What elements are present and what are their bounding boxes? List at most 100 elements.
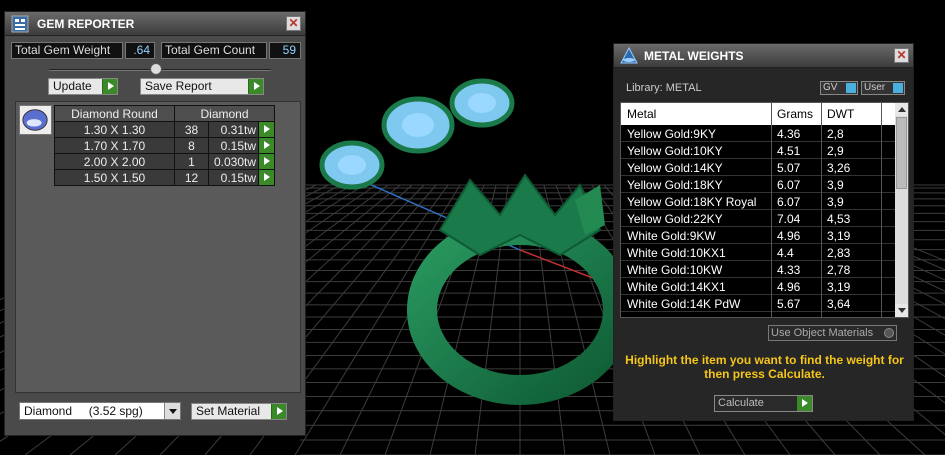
list-item[interactable]: White Gold:10KX1 4.4 2,83 <box>621 244 896 261</box>
metal-metal: Yellow Gold:18KY Royal <box>627 195 757 209</box>
metal-weights-titlebar[interactable]: METAL WEIGHTS ✕ <box>614 44 913 68</box>
gem-qty: 1 <box>174 153 209 170</box>
table-row[interactable]: 1.30 X 1.30 38 0.31tw <box>54 121 275 138</box>
scroll-down-icon[interactable] <box>895 304 908 317</box>
radio-icon[interactable] <box>884 328 894 338</box>
gv-toggle[interactable]: GV <box>820 81 858 95</box>
library-label: Library: METAL <box>626 82 702 94</box>
metal-metal: White Gold:10KX1 <box>627 246 726 260</box>
gem-weight: 0.15tw <box>208 169 259 186</box>
gem-table-header: Diamond Round Diamond <box>54 105 275 122</box>
size-slider-handle[interactable] <box>150 63 162 75</box>
header-grams: Grams <box>777 107 813 121</box>
metal-metal: Yellow Gold:18KY <box>627 178 723 192</box>
scroll-up-icon[interactable] <box>895 103 908 116</box>
close-icon[interactable]: ✕ <box>286 16 301 31</box>
select-row-icon[interactable] <box>258 169 275 186</box>
list-item[interactable]: Yellow Gold:10KY 4.51 2,9 <box>621 142 896 159</box>
calculate-button-label: Calculate <box>718 397 764 409</box>
total-gem-count-value: 59 <box>269 42 301 59</box>
gem-weight: 0.030tw <box>208 153 259 170</box>
save-report-button[interactable]: Save Report <box>140 78 264 95</box>
list-item[interactable]: White Gold:14KX1 4.96 3,19 <box>621 278 896 295</box>
user-toggle[interactable]: User <box>861 81 905 95</box>
play-arrow-icon <box>797 396 812 411</box>
metal-dwt: 2,9 <box>827 144 844 158</box>
metal-dwt: 4,53 <box>827 212 851 226</box>
metal-grams: 7.04 <box>777 212 801 226</box>
total-gem-weight-value: .64 <box>125 42 155 59</box>
metal-metal: Yellow Gold:9KY <box>627 127 716 141</box>
metal-metal: Yellow Gold:22KY <box>627 212 723 226</box>
select-row-icon[interactable] <box>258 153 275 170</box>
calculate-hint: Highlight the item you want to find the … <box>625 353 904 381</box>
table-row[interactable]: 1.50 X 1.50 12 0.15tw <box>54 169 275 186</box>
list-item[interactable]: Yellow Gold:9KY 4.36 2,8 <box>621 125 896 142</box>
gem-reporter-panel: GEM REPORTER ✕ Total Gem Weight .64 Tota… <box>4 11 306 436</box>
table-row[interactable]: 2.00 X 2.00 1 0.030tw <box>54 153 275 170</box>
list-item[interactable]: Yellow Gold:22KY 7.04 4,53 <box>621 210 896 227</box>
update-button[interactable]: Update <box>48 78 118 95</box>
list-item[interactable]: Yellow Gold:18KY 6.07 3,9 <box>621 176 896 193</box>
metal-list-header: Metal Grams DWT <box>621 103 896 125</box>
gem-size: 1.50 X 1.50 <box>54 169 175 186</box>
metal-metal: White Gold:14K PdW <box>627 297 741 311</box>
metal-grams: 6.07 <box>777 178 801 192</box>
metal-list-scrollbar[interactable] <box>895 103 908 317</box>
round-diamond-icon[interactable] <box>19 105 52 135</box>
play-arrow-icon <box>248 79 263 94</box>
column-divider <box>771 103 772 317</box>
gem-weight: 0.15tw <box>208 137 259 154</box>
metal-weights-title: METAL WEIGHTS <box>644 49 744 63</box>
metal-grams: 4.96 <box>777 280 801 294</box>
list-item[interactable]: White Gold:14K PdW 5.67 3,64 <box>621 295 896 312</box>
gem-size: 1.30 X 1.30 <box>54 121 175 138</box>
metal-dwt: 3,9 <box>827 195 844 209</box>
metal-grams: 4.96 <box>777 229 801 243</box>
select-row-icon[interactable] <box>258 121 275 138</box>
gem-qty: 8 <box>174 137 209 154</box>
update-button-label: Update <box>53 79 92 93</box>
metal-metal: Yellow Gold:14KY <box>627 161 723 175</box>
info-icon <box>846 83 856 93</box>
select-row-icon[interactable] <box>258 137 275 154</box>
metal-dwt: 2,8 <box>827 127 844 141</box>
table-row[interactable]: 1.70 X 1.70 8 0.15tw <box>54 137 275 154</box>
metal-dwt: 3,64 <box>827 297 851 311</box>
metal-weights-panel: METAL WEIGHTS ✕ Library: METAL GV User M… <box>613 43 914 421</box>
list-item[interactable]: Yellow Gold:14KY 5.07 3,26 <box>621 159 896 176</box>
calculate-button[interactable]: Calculate <box>714 395 813 412</box>
metal-grams: 4.51 <box>777 144 801 158</box>
metal-metal: White Gold:14KX1 <box>627 280 726 294</box>
metal-list[interactable]: Metal Grams DWT Yellow Gold:9KY 4.36 2,8 Ye… <box>620 102 909 318</box>
list-item[interactable]: Yellow Gold:18KY Royal 6.07 3,9 <box>621 193 896 210</box>
column-divider <box>821 103 822 317</box>
metal-metal: White Gold:9KW <box>627 229 716 243</box>
metal-metal: Yellow Gold:10KY <box>627 144 723 158</box>
list-item[interactable]: White Gold:9KW 4.96 3,19 <box>621 227 896 244</box>
header-shape: Diamond Round <box>54 105 175 122</box>
metal-dwt: 3,26 <box>827 161 851 175</box>
column-divider <box>881 103 882 317</box>
scrollbar-thumb[interactable] <box>896 117 907 189</box>
chevron-down-icon[interactable] <box>164 403 180 419</box>
header-dwt: DWT <box>827 107 855 121</box>
metal-grams: 4.4 <box>777 246 794 260</box>
gem-cluster-model <box>319 78 515 190</box>
use-object-materials-toggle[interactable]: Use Object Materials <box>768 325 897 341</box>
metal-dwt: 3,19 <box>827 280 851 294</box>
metal-grams: 5.07 <box>777 161 801 175</box>
gem-table: Diamond Round Diamond 1.30 X 1.30 38 0.3… <box>54 105 275 186</box>
info-icon <box>893 83 903 93</box>
save-report-button-label: Save Report <box>145 79 212 93</box>
list-item[interactable]: White Gold:10KW 4.33 2,78 <box>621 261 896 278</box>
gem-qty: 38 <box>174 121 209 138</box>
gem-size: 1.70 X 1.70 <box>54 137 175 154</box>
material-select[interactable]: Diamond (3.52 spg) <box>19 402 181 420</box>
gem-reporter-titlebar[interactable]: GEM REPORTER ✕ <box>5 12 305 36</box>
set-material-button[interactable]: Set Material <box>191 403 287 420</box>
metal-dwt: 3,19 <box>827 229 851 243</box>
gem-reporter-icon <box>11 15 29 33</box>
close-icon[interactable]: ✕ <box>894 48 909 63</box>
metal-weights-icon <box>620 47 638 64</box>
